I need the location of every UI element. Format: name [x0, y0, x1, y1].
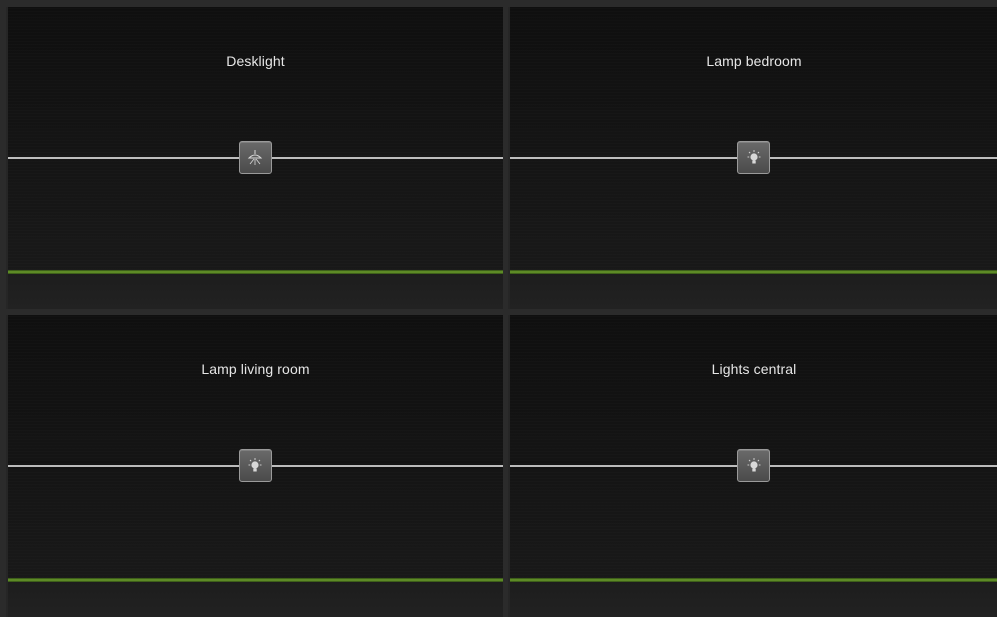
- dimmer-slider-handle[interactable]: [737, 449, 770, 482]
- tile-title: Lamp bedroom: [706, 53, 802, 69]
- tile-title: Desklight: [226, 53, 285, 69]
- dimmer-slider-handle[interactable]: [737, 141, 770, 174]
- tile-title: Lamp living room: [201, 361, 310, 377]
- tile-footer: [8, 274, 503, 309]
- light-bulb-icon: [246, 457, 264, 475]
- tile-lights-central[interactable]: Lights central: [508, 315, 997, 617]
- tile-lamp-bedroom[interactable]: Lamp bedroom: [508, 7, 997, 309]
- tile-desklight[interactable]: Desklight: [6, 7, 503, 309]
- light-tiles-grid: Desklight Lamp bedroom Lamp living room …: [6, 7, 997, 617]
- ceiling-lamp-icon: [246, 149, 264, 167]
- tile-title: Lights central: [711, 361, 797, 377]
- light-bulb-icon: [745, 457, 763, 475]
- tile-footer: [510, 582, 997, 617]
- dimmer-slider-handle[interactable]: [238, 141, 272, 174]
- tile-footer: [8, 582, 503, 617]
- light-bulb-icon: [745, 149, 763, 167]
- tile-lamp-living-room[interactable]: Lamp living room: [6, 315, 503, 617]
- dimmer-slider-handle[interactable]: [238, 449, 272, 482]
- tile-footer: [510, 274, 997, 309]
